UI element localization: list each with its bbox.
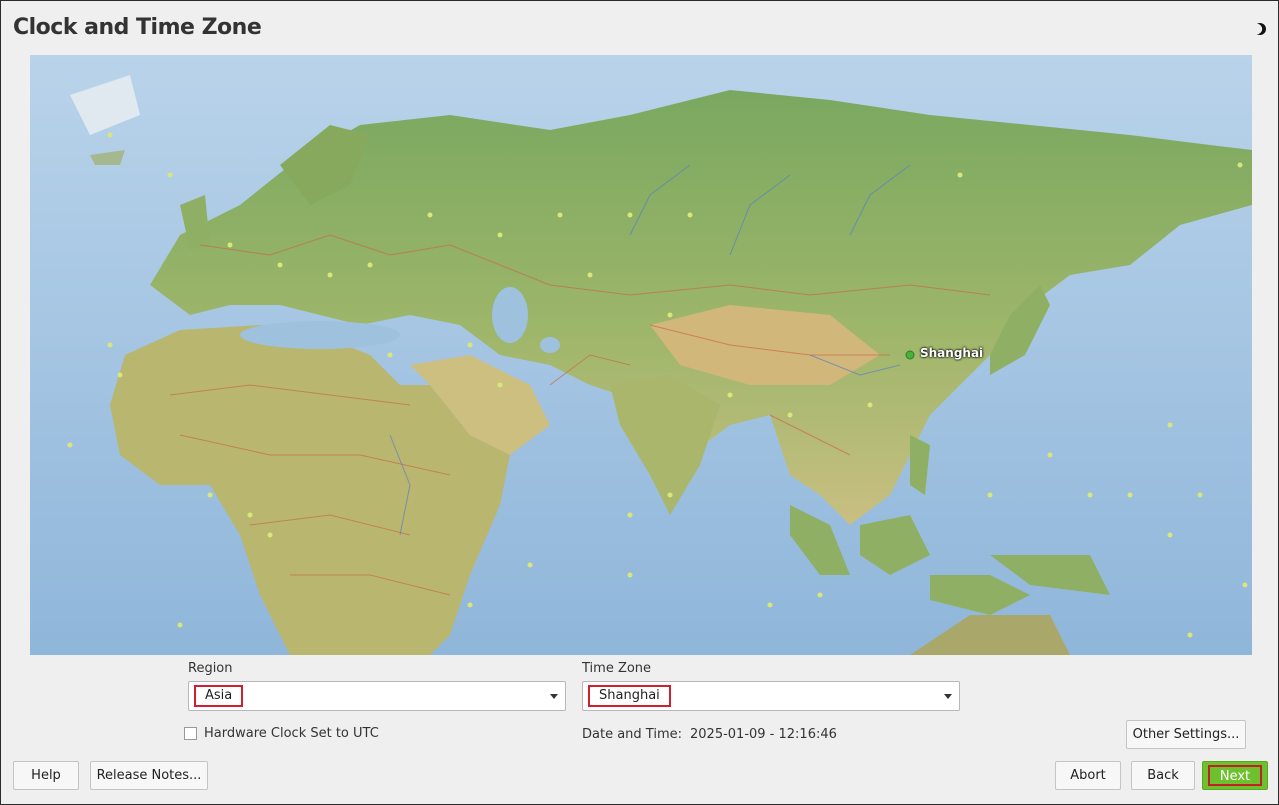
next-button-label: Next [1208,765,1262,786]
release-notes-button[interactable]: Release Notes... [90,761,208,790]
world-map[interactable]: Shanghai [30,55,1252,655]
region-label: Region [188,661,233,676]
next-button[interactable]: Next [1202,761,1268,790]
back-button[interactable]: Back [1131,761,1195,790]
date-time-value: 2025-01-09 - 12:16:46 [690,727,837,742]
date-time-row: Date and Time: 2025-01-09 - 12:16:46 [582,727,837,742]
hardware-clock-label[interactable]: Hardware Clock Set to UTC [204,726,379,741]
timezone-value: Shanghai [588,685,671,707]
region-value: Asia [194,685,244,707]
date-time-label: Date and Time: [582,727,682,742]
timezone-label: Time Zone [582,661,652,676]
chevron-down-icon [944,694,952,699]
half-moon-icon[interactable] [1252,21,1268,37]
timezone-select[interactable]: Shanghai [582,681,960,711]
map-canvas [30,55,1252,655]
chevron-down-icon [550,694,558,699]
region-select[interactable]: Asia [188,681,566,711]
selected-city-marker [905,350,915,360]
other-settings-button[interactable]: Other Settings... [1126,720,1246,749]
selected-city-label: Shanghai [920,346,984,360]
hardware-clock-checkbox[interactable] [184,727,197,740]
page-title: Clock and Time Zone [13,15,262,40]
abort-button[interactable]: Abort [1055,761,1121,790]
help-button[interactable]: Help [13,761,79,790]
